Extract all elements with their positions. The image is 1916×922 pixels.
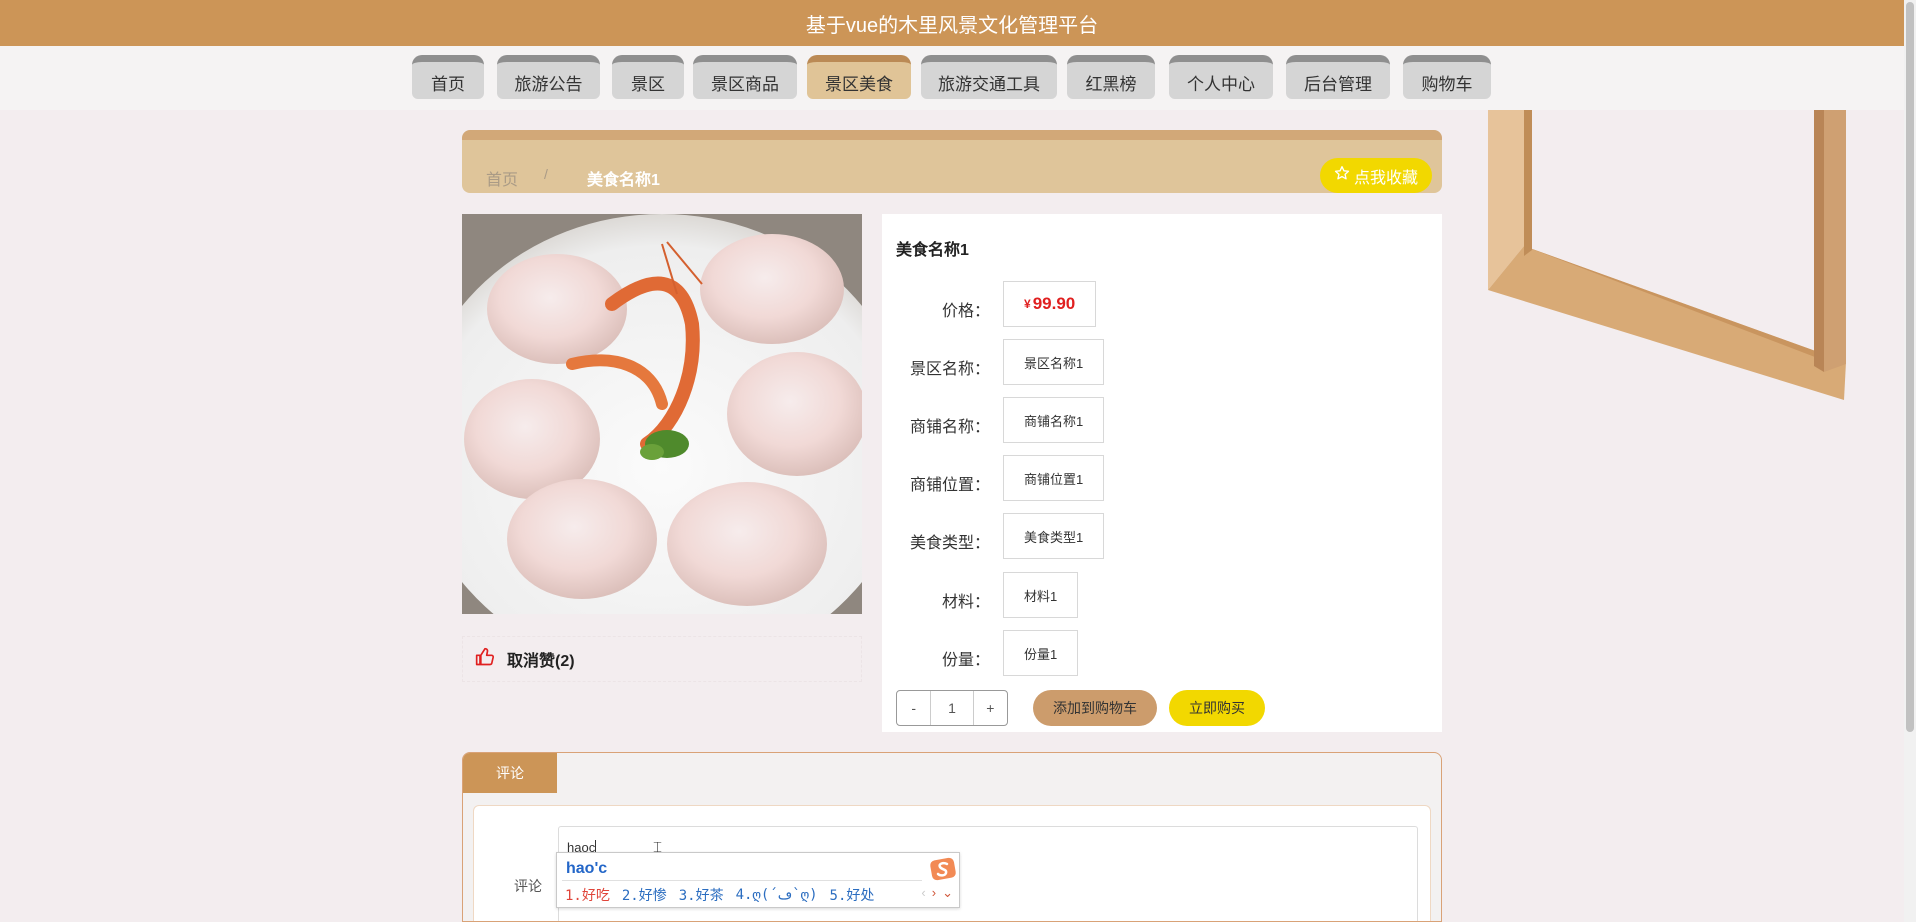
buy-now-button[interactable]: 立即购买 — [1169, 690, 1265, 726]
ime-next-page-icon[interactable]: › — [932, 885, 936, 901]
page-scrollbar[interactable] — [1904, 0, 1916, 922]
quantity-increase-button[interactable]: + — [974, 691, 1007, 725]
favorite-button[interactable]: 点我收藏 — [1319, 158, 1432, 193]
scenic-name-label: 景区名称： — [909, 361, 990, 378]
currency-symbol: ¥ — [1024, 297, 1031, 311]
ime-prev-page-icon[interactable]: ‹ — [921, 885, 925, 901]
nav-item-scenic-goods[interactable]: 景区商品 — [693, 55, 797, 99]
comment-field-label: 评论 — [514, 878, 542, 894]
breadcrumb-home-link[interactable]: 首页 — [486, 166, 518, 190]
shop-name-label: 商铺名称： — [909, 419, 990, 436]
ime-composition: hao'c — [562, 857, 922, 881]
ingredients-value: 材料1 — [1003, 572, 1079, 618]
sogou-logo-icon — [929, 855, 957, 883]
quantity-input[interactable]: 1 — [930, 691, 974, 725]
scenic-name-value: 景区名称1 — [1003, 339, 1105, 385]
ime-candidate[interactable]: 1.好吃 — [565, 885, 610, 905]
price-value: ¥ 99.90 — [1003, 281, 1097, 327]
nav-item-scenic-food[interactable]: 景区美食 — [807, 55, 911, 99]
ingredients-label: 材料： — [941, 594, 990, 611]
ime-candidate[interactable]: 3.好茶 — [679, 885, 724, 905]
ime-candidates: 1.好吃 2.好惨 3.好茶 4.ღ(´ڡ`ღ) 5.好处 — [565, 883, 874, 907]
shop-name-value: 商铺名称1 — [1003, 397, 1105, 443]
price-label: 价格： — [941, 303, 990, 320]
ime-candidate[interactable]: 2.好惨 — [622, 885, 667, 905]
shop-location-value: 商铺位置1 — [1003, 455, 1105, 501]
nav-item-transport[interactable]: 旅游交通工具 — [921, 55, 1057, 99]
portion-value: 份量1 — [1003, 630, 1079, 676]
price-amount: 99.90 — [1032, 294, 1076, 313]
site-title: 基于vue的木里风景文化管理平台 — [805, 14, 1099, 37]
like-label: 取消赞(2) — [507, 653, 575, 670]
like-toggle[interactable]: 取消赞(2) — [462, 636, 862, 682]
nav-item-cart[interactable]: 购物车 — [1403, 55, 1491, 99]
food-image — [462, 214, 862, 614]
thumbs-up-icon — [475, 647, 495, 672]
ime-candidate-window: hao'c 1.好吃 2.好惨 3.好茶 4.ღ(´ڡ`ღ) 5.好处 ‹ › … — [556, 852, 960, 908]
nav-item-profile[interactable]: 个人中心 — [1169, 55, 1273, 99]
food-type-label: 美食类型： — [909, 535, 990, 552]
food-detail-panel: 美食名称1 价格： ¥ 99.90 景区名称： 景区名称1 商铺名称： 商铺名称… — [882, 214, 1442, 732]
portion-label: 份量： — [941, 652, 990, 669]
site-header: 基于vue的木里风景文化管理平台 — [0, 0, 1904, 46]
nav-item-scenic[interactable]: 景区 — [612, 55, 684, 99]
nav-item-announcements[interactable]: 旅游公告 — [497, 55, 600, 99]
ime-candidate[interactable]: 4.ღ(´ڡ`ღ) — [736, 887, 818, 903]
food-type-value: 美食类型1 — [1003, 513, 1105, 559]
tab-comments[interactable]: 评论 — [463, 753, 557, 793]
ime-expand-icon[interactable]: ⌄ — [942, 885, 953, 901]
nav-item-admin[interactable]: 后台管理 — [1286, 55, 1390, 99]
breadcrumb-current: 美食名称1 — [587, 172, 660, 189]
ime-paging: ‹ › ⌄ — [921, 885, 953, 901]
breadcrumb-separator: / — [544, 166, 548, 182]
food-title: 美食名称1 — [896, 242, 969, 259]
nav-item-ranking[interactable]: 红黑榜 — [1067, 55, 1155, 99]
scrollbar-thumb[interactable] — [1906, 2, 1914, 732]
add-to-cart-button[interactable]: 添加到购物车 — [1033, 690, 1157, 726]
quantity-stepper: - 1 + — [896, 690, 1008, 726]
main-nav: 首页 旅游公告 景区 景区商品 景区美食 旅游交通工具 红黑榜 个人中心 后台管… — [0, 46, 1904, 110]
nav-item-home[interactable]: 首页 — [412, 55, 484, 99]
quantity-decrease-button[interactable]: - — [897, 691, 930, 725]
ime-candidate[interactable]: 5.好处 — [830, 885, 875, 905]
star-icon — [1334, 165, 1350, 186]
favorite-button-label: 点我收藏 — [1353, 169, 1418, 187]
decorative-frame — [1488, 110, 1848, 400]
shop-location-label: 商铺位置： — [909, 477, 990, 494]
breadcrumb: 首页 / 美食名称1 点我收藏 — [462, 130, 1442, 193]
